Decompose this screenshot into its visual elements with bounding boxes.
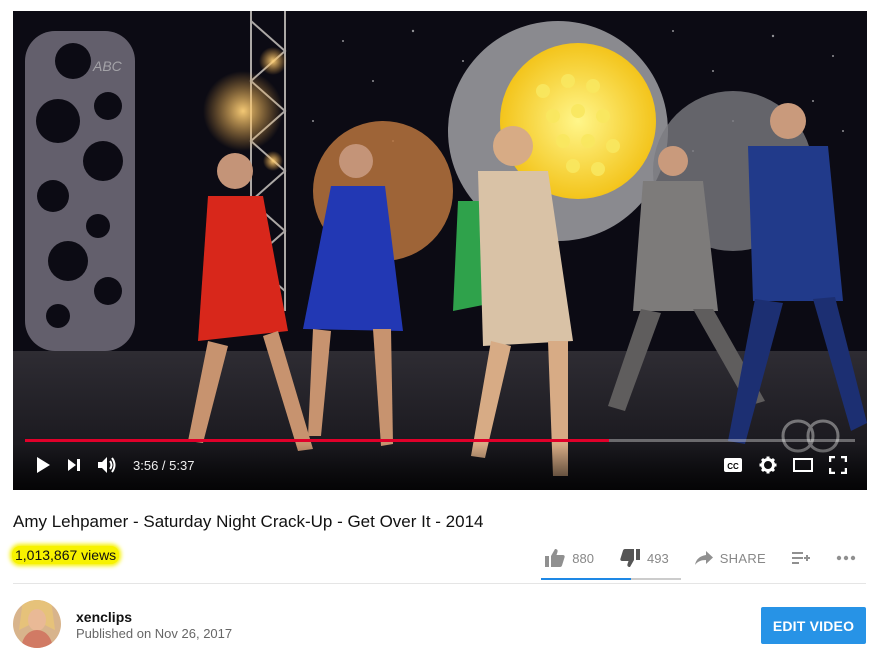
progress-bar[interactable] (25, 439, 855, 442)
video-frame: ABC (13, 11, 867, 490)
add-to-playlist-button[interactable] (782, 551, 820, 565)
play-icon (37, 457, 50, 473)
duration: 5:37 (169, 457, 195, 473)
channel-avatar[interactable] (13, 600, 61, 648)
like-button[interactable]: 880 (535, 549, 604, 567)
theater-icon (793, 458, 813, 472)
publish-date: Published on Nov 26, 2017 (76, 626, 233, 641)
view-count: 1,013,867 views (12, 546, 120, 564)
theater-button[interactable] (793, 458, 813, 472)
more-actions-button[interactable] (826, 555, 866, 561)
share-label: SHARE (719, 550, 766, 566)
channel-name[interactable]: xenclips (76, 609, 132, 625)
player-controls: 3:56 / 5:37 CC (13, 439, 867, 490)
controls-right: CC (723, 450, 847, 480)
volume-button[interactable] (97, 455, 119, 475)
more-icon (836, 555, 856, 561)
section-divider (13, 583, 866, 584)
edit-video-button[interactable]: EDIT VIDEO (761, 607, 866, 644)
time-display: 3:56 / 5:37 (133, 458, 194, 473)
like-count: 880 (572, 550, 594, 566)
settings-icon (759, 456, 777, 474)
share-button[interactable]: SHARE (685, 551, 776, 566)
play-button[interactable] (35, 456, 51, 474)
dislike-count: 493 (647, 550, 669, 566)
next-button[interactable] (67, 458, 81, 472)
like-ratio-fill (541, 578, 631, 580)
volume-icon (98, 457, 116, 473)
progress-played (25, 439, 610, 442)
dislike-button[interactable]: 493 (610, 549, 679, 567)
current-time: 3:56 (133, 457, 159, 473)
settings-button[interactable] (759, 456, 777, 474)
svg-text:ABC: ABC (92, 58, 123, 74)
share-icon (694, 551, 713, 565)
controls-left: 3:56 / 5:37 (35, 450, 194, 480)
thumbs-down-icon (620, 549, 640, 567)
video-player[interactable]: ABC 3:56 / 5:37 CC (13, 11, 867, 490)
action-bar: 880 493 SHARE (535, 544, 866, 572)
thumbs-up-icon (545, 549, 565, 567)
captions-icon: CC (724, 458, 742, 472)
avatar-image (13, 600, 61, 648)
next-icon (68, 459, 80, 471)
video-title: Amy Lehpamer - Saturday Night Crack-Up -… (13, 512, 484, 531)
captions-button[interactable]: CC (723, 457, 743, 473)
svg-text:CC: CC (727, 462, 739, 471)
time-separator: / (158, 457, 170, 473)
add-to-playlist-icon (792, 552, 810, 564)
fullscreen-button[interactable] (829, 456, 847, 474)
fullscreen-icon (829, 456, 847, 474)
like-dislike-ratio-bar (541, 578, 681, 580)
